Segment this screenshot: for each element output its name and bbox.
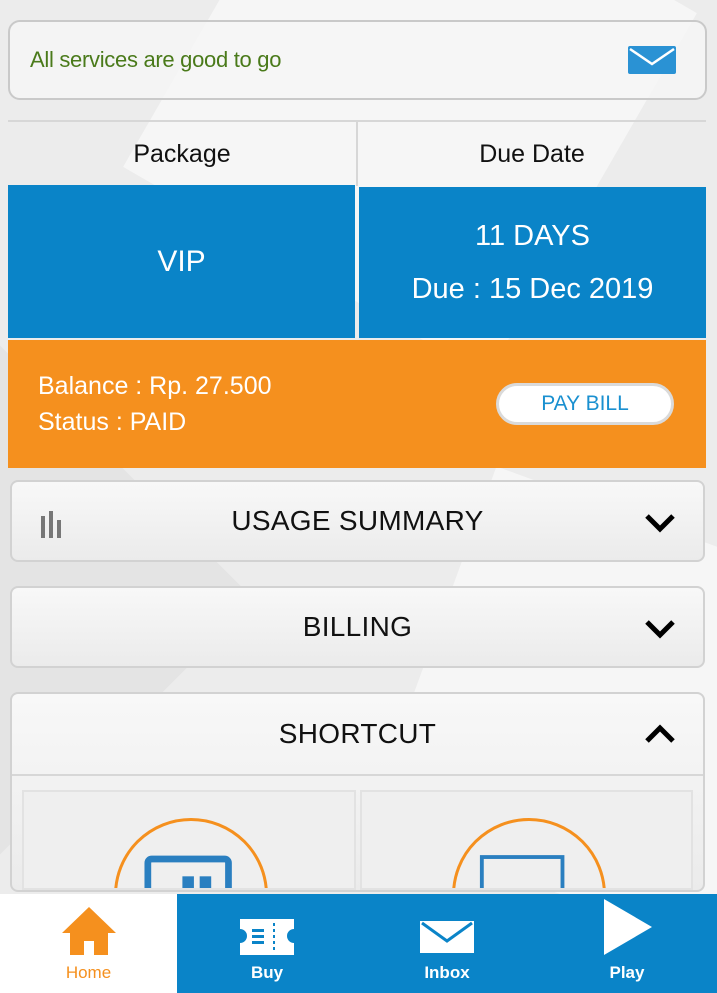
mail-icon — [420, 921, 474, 953]
shortcut-tile[interactable] — [22, 790, 356, 890]
pay-bill-button[interactable]: PAY BILL — [496, 383, 674, 425]
nav-home-label: Home — [65, 963, 112, 982]
shortcut-tile[interactable] — [359, 790, 693, 890]
shortcut-section: SHORTCUT — [10, 692, 705, 892]
shortcut-tiles — [22, 790, 693, 890]
package-value: VIP — [8, 185, 355, 338]
bottom-navigation: Home Buy Inbox Play — [0, 894, 717, 993]
shortcut-header[interactable]: SHORTCUT — [12, 694, 703, 776]
home-icon — [61, 907, 116, 955]
chevron-down-icon[interactable] — [643, 614, 677, 642]
service-notice: All services are good to go — [8, 20, 707, 100]
plan-header: Package Due Date — [8, 120, 706, 186]
nav-home[interactable]: Home — [0, 894, 177, 993]
bar-chart-icon — [41, 511, 61, 538]
shortcut-title: SHORTCUT — [278, 718, 437, 749]
plan-info: VIP 11 DAYS Due : 15 Dec 2019 — [8, 185, 706, 338]
balance-text: Balance : Rp. 27.500 — [38, 372, 272, 400]
days-remaining: 11 DAYS — [475, 219, 590, 252]
nav-play-label: Play — [609, 963, 645, 982]
chevron-down-icon[interactable] — [643, 508, 677, 536]
due-date-label: Due Date — [356, 122, 706, 186]
notice-text: All services are good to go — [30, 47, 282, 72]
usage-summary-section[interactable]: USAGE SUMMARY — [10, 480, 705, 562]
ticket-icon — [240, 919, 294, 955]
billing-title: BILLING — [302, 611, 413, 642]
nav-inbox[interactable]: Inbox — [357, 894, 537, 993]
mail-icon[interactable] — [627, 44, 677, 76]
due-date-value: Due : 15 Dec 2019 — [411, 272, 654, 305]
app-screen: All services are good to go Package Due … — [0, 0, 717, 993]
nav-inbox-label: Inbox — [424, 963, 470, 982]
due-date-box: 11 DAYS Due : 15 Dec 2019 — [359, 187, 706, 338]
balance-panel: Balance : Rp. 27.500 Status : PAID PAY B… — [8, 340, 706, 468]
chevron-up-icon[interactable] — [643, 720, 677, 748]
billing-section[interactable]: BILLING — [10, 586, 705, 668]
balance-info: Balance : Rp. 27.500 Status : PAID — [38, 368, 272, 440]
status-text: Status : PAID — [38, 408, 187, 436]
play-icon — [604, 899, 652, 955]
nav-buy[interactable]: Buy — [177, 894, 357, 993]
usage-summary-title: USAGE SUMMARY — [231, 505, 484, 536]
package-label: Package — [133, 139, 231, 168]
nav-buy-label: Buy — [250, 963, 284, 982]
sim-card-icon — [144, 855, 232, 888]
screen-icon — [479, 855, 564, 888]
nav-play[interactable]: Play — [537, 894, 717, 993]
